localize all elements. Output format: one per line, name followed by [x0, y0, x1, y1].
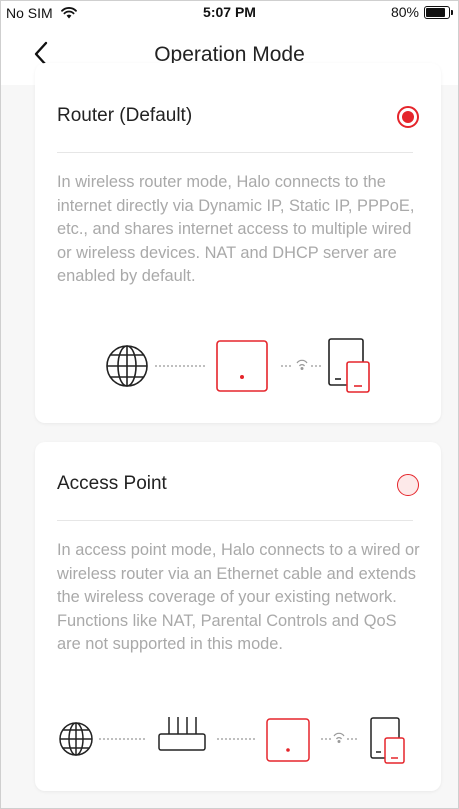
divider: [57, 520, 413, 521]
mode-card-access-point[interactable]: Access Point In access point mode, Halo …: [35, 442, 441, 791]
client-devices-icon: [370, 717, 405, 764]
router-radio-selected[interactable]: [397, 106, 419, 128]
clock: 5:07 PM: [203, 4, 256, 20]
status-right: 80%: [390, 4, 453, 20]
battery-fill: [426, 7, 446, 17]
mode-description: In access point mode, Halo connects to a…: [57, 541, 420, 653]
router-mode-diagram: [106, 338, 370, 393]
access-point-mode-diagram: [59, 717, 405, 764]
battery-icon: [424, 5, 453, 19]
wifi-icon: [296, 359, 308, 370]
mode-title: Router (Default): [57, 105, 193, 126]
mode-card-router[interactable]: Router (Default) In wireless router mode…: [35, 63, 441, 423]
app-frame: No SIM 5:07 PM 80% Operation Mode Router…: [0, 0, 459, 809]
halo-device-icon: [266, 718, 310, 762]
radio-dot: [402, 111, 414, 123]
wifi-icon: [333, 732, 345, 743]
globe-icon: [59, 722, 93, 756]
divider: [57, 152, 413, 153]
client-devices-icon: [328, 338, 370, 393]
router-icon: [158, 717, 206, 751]
mode-title: Access Point: [57, 473, 167, 494]
halo-device-icon: [216, 340, 268, 392]
globe-icon: [106, 345, 148, 387]
access-point-radio[interactable]: [397, 474, 419, 496]
mode-description: In wireless router mode, Halo connects t…: [57, 173, 415, 285]
battery-percent: 80%: [390, 4, 419, 20]
status-bar: No SIM 5:07 PM 80%: [1, 1, 458, 23]
